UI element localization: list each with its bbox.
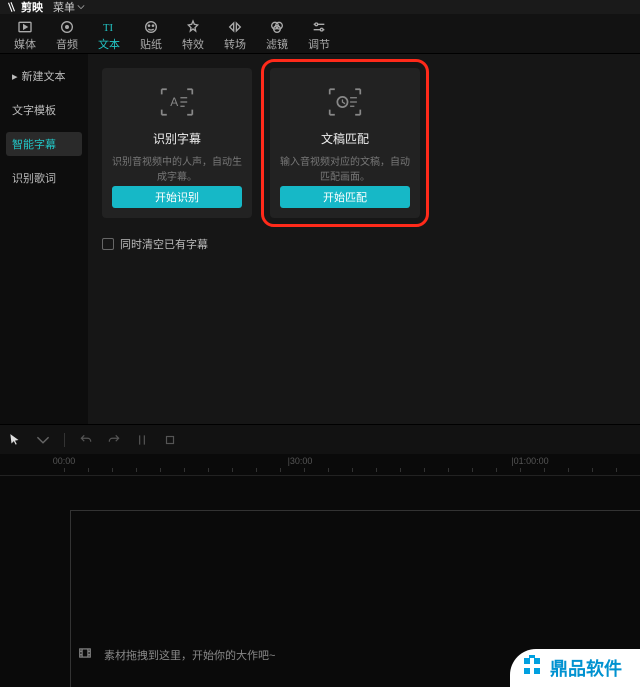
placeholder-text: 素材拖拽到这里，开始你的大作吧~ (104, 647, 275, 663)
card-title: 文稿匹配 (321, 130, 369, 147)
menu-label: 菜单 (53, 0, 75, 15)
pointer-tool[interactable] (8, 433, 22, 447)
tab-label: 调节 (298, 36, 340, 52)
scissors-icon (6, 1, 18, 13)
chevron-down-icon (77, 3, 85, 11)
media-icon (17, 19, 33, 35)
transition-icon (227, 19, 243, 35)
start-recognize-button[interactable]: 开始识别 (112, 186, 242, 208)
titlebar: 剪映 菜单 (0, 0, 640, 14)
tab-media[interactable]: 媒体 (4, 16, 46, 52)
tab-label: 贴纸 (130, 36, 172, 52)
svg-text:TI: TI (103, 23, 114, 34)
timeline-panel: 00:00 |30:00 |01:00:00 素材拖拽到这里，开始你的大作吧~ … (0, 454, 640, 687)
sidebar-item-lyrics[interactable]: 识别歌词 (6, 166, 82, 190)
tab-label: 媒体 (4, 36, 46, 52)
tab-adjust[interactable]: 调节 (298, 16, 340, 52)
app-name: 剪映 (21, 0, 43, 15)
tab-label: 文本 (88, 36, 130, 52)
main-toolbar: 媒体 音频 TI 文本 贴纸 特效 转场 滤镜 调节 (0, 14, 640, 54)
sidebar-item-smart-subtitle[interactable]: 智能字幕 (6, 132, 82, 156)
recognize-subtitle-icon: A (160, 84, 194, 120)
pointer-dropdown[interactable] (36, 433, 50, 447)
watermark: 鼎品软件 (510, 649, 640, 687)
timeline-toolbar (0, 424, 640, 454)
caret-right-icon: ▸ (12, 70, 18, 83)
sidebar: ▸ 新建文本 文字模板 智能字幕 识别歌词 (0, 54, 88, 424)
card-recognize: A 识别字幕 识别音视频中的人声，自动生成字幕。 开始识别 (102, 68, 252, 218)
card-desc: 识别音视频中的人声，自动生成字幕。 (112, 155, 242, 186)
tab-text[interactable]: TI 文本 (88, 16, 130, 52)
sidebar-label: 智能字幕 (12, 136, 56, 152)
tab-label: 特效 (172, 36, 214, 52)
match-script-icon (328, 84, 362, 120)
checkbox-icon (102, 238, 114, 250)
checkbox-label: 同时清空已有字幕 (120, 236, 208, 252)
tab-label: 滤镜 (256, 36, 298, 52)
filter-icon (269, 19, 285, 35)
ruler-tick: 00:00 (53, 456, 76, 466)
audio-icon (59, 19, 75, 35)
effects-icon (185, 19, 201, 35)
tab-filter[interactable]: 滤镜 (256, 16, 298, 52)
svg-text:A: A (170, 95, 178, 109)
tab-audio[interactable]: 音频 (46, 16, 88, 52)
cards-row: A 识别字幕 识别音视频中的人声，自动生成字幕。 开始识别 文稿匹配 (102, 68, 626, 218)
adjust-icon (311, 19, 327, 35)
card-title: 识别字幕 (153, 130, 201, 147)
menu-dropdown[interactable]: 菜单 (53, 0, 85, 15)
watermark-icon (520, 654, 544, 683)
tab-transition[interactable]: 转场 (214, 16, 256, 52)
ruler-tick: |30:00 (288, 456, 313, 466)
app-logo: 剪映 (6, 0, 43, 15)
separator (64, 433, 65, 447)
content-area: A 识别字幕 识别音视频中的人声，自动生成字幕。 开始识别 文稿匹配 (88, 54, 640, 424)
redo-button[interactable] (107, 433, 121, 447)
card-match: 文稿匹配 输入音视频对应的文稿，自动匹配画面。 开始匹配 (270, 68, 420, 218)
timeline-ruler[interactable]: 00:00 |30:00 |01:00:00 (0, 456, 640, 476)
tab-effects[interactable]: 特效 (172, 16, 214, 52)
sticker-icon (143, 19, 159, 35)
main-panel: ▸ 新建文本 文字模板 智能字幕 识别歌词 A 识别字幕 (0, 54, 640, 424)
watermark-text: 鼎品软件 (550, 655, 622, 681)
empty-track-placeholder: 素材拖拽到这里，开始你的大作吧~ (78, 646, 275, 663)
sidebar-label: 文字模板 (12, 102, 56, 118)
clear-subtitles-checkbox[interactable]: 同时清空已有字幕 (102, 236, 626, 252)
tab-sticker[interactable]: 贴纸 (130, 16, 172, 52)
undo-button[interactable] (79, 433, 93, 447)
text-icon: TI (101, 19, 117, 35)
tab-label: 音频 (46, 36, 88, 52)
sidebar-item-text-template[interactable]: 文字模板 (6, 98, 82, 122)
split-button[interactable] (135, 433, 149, 447)
sidebar-item-new-text[interactable]: ▸ 新建文本 (6, 64, 82, 88)
tab-label: 转场 (214, 36, 256, 52)
delete-button[interactable] (163, 433, 177, 447)
start-match-button[interactable]: 开始匹配 (280, 186, 410, 208)
ruler-tick: |01:00:00 (511, 456, 548, 466)
sidebar-label: 识别歌词 (12, 170, 56, 186)
film-icon (78, 646, 92, 663)
card-desc: 输入音视频对应的文稿，自动匹配画面。 (280, 155, 410, 186)
sidebar-label: 新建文本 (22, 68, 66, 84)
